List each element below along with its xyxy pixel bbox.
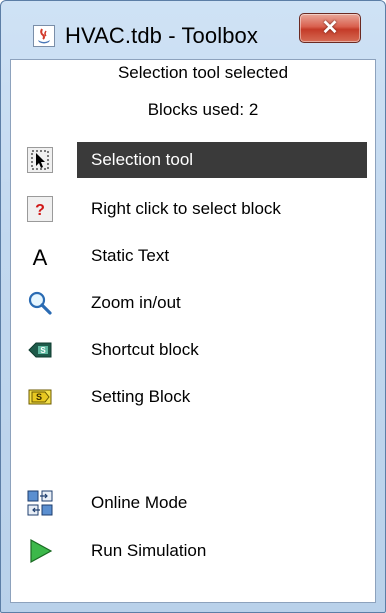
tool-online-mode[interactable]: Online Mode [21,485,367,521]
svg-text:A: A [33,245,48,269]
toolbox-window: HVAC.tdb - Toolbox ✕ Selection tool sele… [0,0,386,613]
tool-shortcut-block[interactable]: S Shortcut block [21,332,367,368]
magnifier-icon [27,290,53,316]
text-a-icon: A [27,243,53,270]
tool-label: Zoom in/out [91,293,181,312]
setting-block-icon: S [27,384,53,410]
tool-label: Shortcut block [91,340,199,359]
online-mode-icon [27,490,53,516]
title-bar[interactable]: HVAC.tdb - Toolbox ✕ [1,1,385,63]
tool-label: Setting Block [91,387,191,406]
tool-run-simulation[interactable]: Run Simulation [21,533,367,569]
tool-label: Selection tool [77,142,367,178]
blocks-used-count: Blocks used: 2 [147,100,259,119]
tool-label: Right click to select block [91,199,281,218]
play-icon [27,538,53,564]
close-button[interactable]: ✕ [299,13,361,43]
tool-label: Static Text [91,246,170,265]
tool-zoom[interactable]: Zoom in/out [21,285,367,321]
tool-static-text[interactable]: A Static Text [21,238,367,274]
toolbox-panel: Selection tool selected Blocks used: 2 S… [10,59,376,603]
selection-arrow-icon [27,147,53,173]
svg-text:S: S [36,392,42,402]
svg-text:S: S [40,346,46,355]
close-icon: ✕ [321,17,339,39]
question-mark-icon: ? [27,196,53,222]
app-icon [33,25,55,47]
tool-label: Run Simulation [91,541,207,560]
tool-right-click-select[interactable]: ? Right click to select block [21,191,367,227]
tool-label: Online Mode [91,493,188,512]
window-title: HVAC.tdb - Toolbox [65,23,258,48]
tool-setting-block[interactable]: S Setting Block [21,379,367,415]
tool-selection[interactable]: Selection tool [21,142,367,178]
status-text: Selection tool selected [117,63,289,82]
shortcut-block-icon: S [27,337,53,363]
svg-text:?: ? [35,202,45,219]
